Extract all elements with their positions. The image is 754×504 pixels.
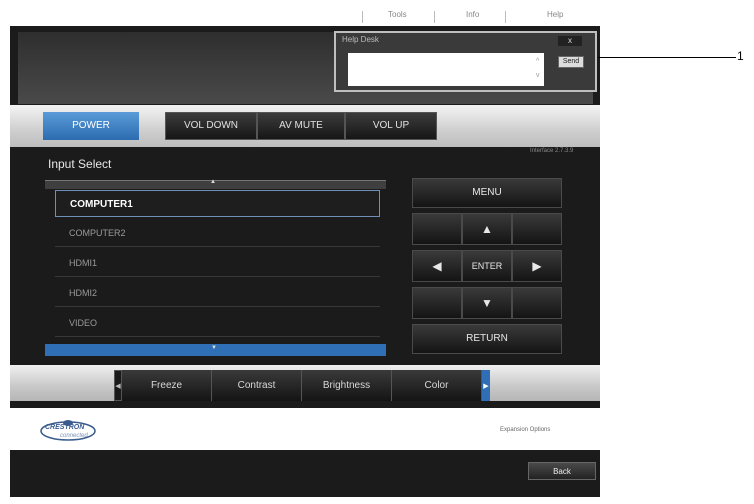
back-button[interactable]: Back bbox=[528, 462, 596, 480]
crestron-logo-icon bbox=[40, 420, 96, 441]
info-link[interactable]: Info bbox=[466, 10, 479, 19]
nav-down-button[interactable]: ▼ bbox=[462, 287, 512, 319]
scroll-up-icon[interactable]: ^ bbox=[536, 55, 540, 69]
input-item-computer1[interactable]: COMPUTER1 bbox=[55, 190, 380, 217]
chevron-up-icon: ▲ bbox=[210, 179, 216, 185]
freeze-button[interactable]: Freeze bbox=[122, 370, 212, 401]
contrast-button[interactable]: Contrast bbox=[212, 370, 302, 401]
tools-link[interactable]: Tools bbox=[388, 10, 407, 19]
chevron-down-icon: ▼ bbox=[211, 345, 217, 351]
menu-separator bbox=[362, 11, 363, 23]
help-link[interactable]: Help bbox=[547, 10, 563, 19]
vol-up-button[interactable]: VOL UP bbox=[345, 112, 437, 140]
return-button[interactable]: RETURN bbox=[412, 324, 562, 354]
nav-blank-tl bbox=[412, 213, 462, 245]
logo-subtext: connected bbox=[60, 433, 88, 439]
input-list: COMPUTER1 COMPUTER2 HDMI1 HDMI2 VIDEO bbox=[55, 188, 380, 340]
version-label: Interface 2.7.3.9 bbox=[530, 148, 574, 154]
input-item-video[interactable]: VIDEO bbox=[55, 310, 380, 337]
input-item-computer2[interactable]: COMPUTER2 bbox=[55, 220, 380, 247]
brightness-button[interactable]: Brightness bbox=[302, 370, 392, 401]
top-menu-bar: Tools Info Help bbox=[10, 8, 600, 26]
input-list-scroll-down[interactable]: ▼ bbox=[45, 344, 386, 356]
help-desk-scrollbar[interactable]: ^ v bbox=[536, 55, 540, 83]
av-mute-button[interactable]: AV MUTE bbox=[257, 112, 345, 140]
input-select-title: Input Select bbox=[48, 157, 112, 171]
adjust-scroll-right[interactable]: ▶ bbox=[482, 370, 490, 401]
help-desk-panel: Help Desk x ^ v Send bbox=[334, 31, 597, 92]
callout-line bbox=[598, 57, 736, 58]
input-item-hdmi1[interactable]: HDMI1 bbox=[55, 250, 380, 277]
input-item-hdmi2[interactable]: HDMI2 bbox=[55, 280, 380, 307]
callout-number: 1 bbox=[737, 49, 744, 63]
menu-separator bbox=[505, 11, 506, 23]
color-button[interactable]: Color bbox=[392, 370, 482, 401]
enter-button[interactable]: ENTER bbox=[462, 250, 512, 282]
nav-blank-bl bbox=[412, 287, 462, 319]
nav-blank-br bbox=[512, 287, 562, 319]
help-desk-message-input[interactable] bbox=[348, 53, 544, 86]
expansion-options-link[interactable]: Expansion Options bbox=[500, 427, 550, 433]
power-button[interactable]: POWER bbox=[43, 112, 139, 140]
nav-blank-tr bbox=[512, 213, 562, 245]
help-desk-send-button[interactable]: Send bbox=[558, 56, 584, 68]
nav-right-button[interactable]: ▶ bbox=[512, 250, 562, 282]
nav-left-button[interactable]: ◀ bbox=[412, 250, 462, 282]
nav-up-button[interactable]: ▲ bbox=[462, 213, 512, 245]
help-desk-title: Help Desk bbox=[342, 35, 379, 44]
logo-text: CRESTRON bbox=[45, 424, 85, 431]
help-desk-close-button[interactable]: x bbox=[558, 36, 582, 46]
adjust-scroll-left[interactable]: ◀ bbox=[114, 370, 122, 401]
vol-down-button[interactable]: VOL DOWN bbox=[165, 112, 257, 140]
scroll-down-icon[interactable]: v bbox=[536, 69, 540, 83]
menu-button[interactable]: MENU bbox=[412, 178, 562, 208]
menu-separator bbox=[434, 11, 435, 23]
